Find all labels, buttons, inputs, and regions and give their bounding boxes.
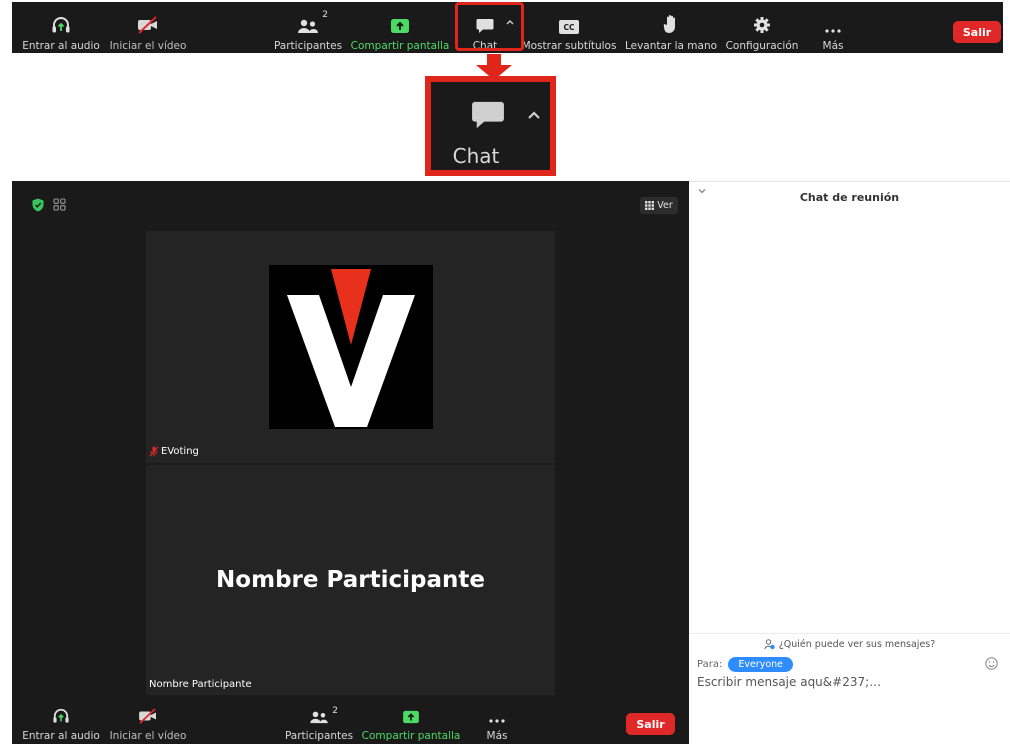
join-audio-label: Entrar al audio — [22, 730, 100, 742]
more-dots-icon — [825, 29, 841, 33]
share-screen-icon — [403, 710, 419, 724]
cc-icon: CC — [559, 20, 579, 34]
message-input[interactable] — [697, 675, 997, 689]
participants-label: Participantes — [284, 730, 354, 742]
join-audio-button[interactable]: Entrar al audio — [22, 2, 100, 53]
to-label: Para: — [697, 659, 723, 670]
chat-zoom-inner: Chat — [431, 82, 550, 170]
video-tile-participant[interactable]: Nombre Participante Nombre Participante — [146, 465, 555, 695]
chat-highlight-frame — [455, 2, 524, 51]
participants-button[interactable]: 2 Participantes — [273, 2, 343, 53]
share-screen-button[interactable]: Compartir pantalla — [362, 702, 460, 744]
grid-view-icon — [645, 201, 655, 210]
participants-count: 2 — [322, 10, 328, 20]
settings-label: Configuración — [725, 40, 799, 52]
participant-name: EVoting — [161, 446, 199, 457]
headphones-icon — [53, 708, 69, 723]
join-audio-button[interactable]: Entrar al audio — [22, 702, 100, 744]
share-screen-label: Compartir pantalla — [350, 40, 450, 52]
who-can-see-text: ¿Quién puede ver sus mensajes? — [778, 639, 936, 650]
more-button[interactable]: Más — [818, 2, 848, 53]
recipient-dropdown[interactable]: Everyone — [728, 657, 794, 672]
participant-display-name: Nombre Participante — [216, 567, 485, 593]
shield-icon[interactable] — [32, 198, 44, 212]
recipient-row: Para: Everyone — [697, 657, 794, 672]
meeting-window: Ver EVoting Nombre Participante Nombre P… — [12, 181, 689, 744]
chat-bubble-icon — [472, 101, 504, 129]
more-label: Más — [822, 40, 844, 52]
share-screen-label: Compartir pantalla — [361, 730, 461, 742]
more-button[interactable]: Más — [482, 702, 512, 744]
settings-button[interactable]: Configuración — [726, 2, 798, 53]
raise-hand-label: Levantar la mano — [624, 40, 718, 52]
start-video-label: Iniciar el vídeo — [109, 730, 187, 742]
gear-icon — [754, 17, 770, 33]
participant-name-tag: EVoting — [149, 446, 199, 457]
headphones-icon — [52, 17, 70, 33]
user-privacy-icon — [764, 639, 775, 650]
start-video-button[interactable]: Iniciar el vídeo — [109, 2, 187, 53]
meeting-info-grid-icon[interactable] — [53, 198, 66, 211]
participants-label: Participantes — [273, 40, 343, 52]
video-tile-evoting[interactable]: EVoting — [146, 231, 555, 463]
view-button[interactable]: Ver — [640, 197, 678, 214]
emoji-icon[interactable] — [985, 657, 998, 670]
more-label: Más — [486, 730, 508, 742]
show-subtitles-button[interactable]: CC Mostrar subtítulos — [522, 2, 616, 53]
start-video-label: Iniciar el vídeo — [109, 40, 187, 52]
more-dots-icon — [489, 719, 505, 723]
leave-button[interactable]: Salir — [953, 21, 1001, 43]
video-off-icon — [139, 708, 156, 724]
chat-zoom-label: Chat — [452, 144, 500, 168]
participants-icon — [310, 711, 328, 724]
participant-name: Nombre Participante — [149, 679, 252, 690]
video-off-icon — [138, 16, 157, 34]
participants-icon — [298, 19, 318, 33]
bottom-toolbar: Entrar al audio Iniciar el vídeo 2 Parti… — [12, 702, 689, 744]
start-video-button[interactable]: Iniciar el vídeo — [109, 702, 187, 744]
raise-hand-button[interactable]: Levantar la mano — [625, 2, 717, 53]
chat-title: Chat de reunión — [799, 191, 900, 204]
chat-footer: ¿Quién puede ver sus mensajes? Para: Eve… — [689, 633, 1010, 744]
participants-count: 2 — [332, 706, 338, 716]
chat-panel: Chat de reunión ¿Quién puede ver sus men… — [689, 181, 1010, 744]
chevron-up-icon — [528, 111, 540, 119]
cc-text: CC — [563, 22, 575, 32]
leave-button[interactable]: Salir — [626, 713, 675, 735]
share-screen-button[interactable]: Compartir pantalla — [351, 2, 449, 53]
mic-muted-icon — [149, 446, 159, 457]
chat-zoom-callout: Chat — [425, 76, 556, 176]
join-audio-label: Entrar al audio — [22, 40, 100, 52]
hand-icon — [663, 15, 675, 33]
who-can-see-link[interactable]: ¿Quién puede ver sus mensajes? — [689, 639, 1010, 650]
show-subtitles-label: Mostrar subtítulos — [521, 40, 617, 52]
participants-button[interactable]: 2 Participantes — [284, 702, 354, 744]
share-screen-icon — [391, 19, 409, 33]
view-button-label: Ver — [657, 200, 673, 211]
evoting-logo — [269, 265, 433, 429]
participant-name-tag: Nombre Participante — [149, 679, 252, 690]
